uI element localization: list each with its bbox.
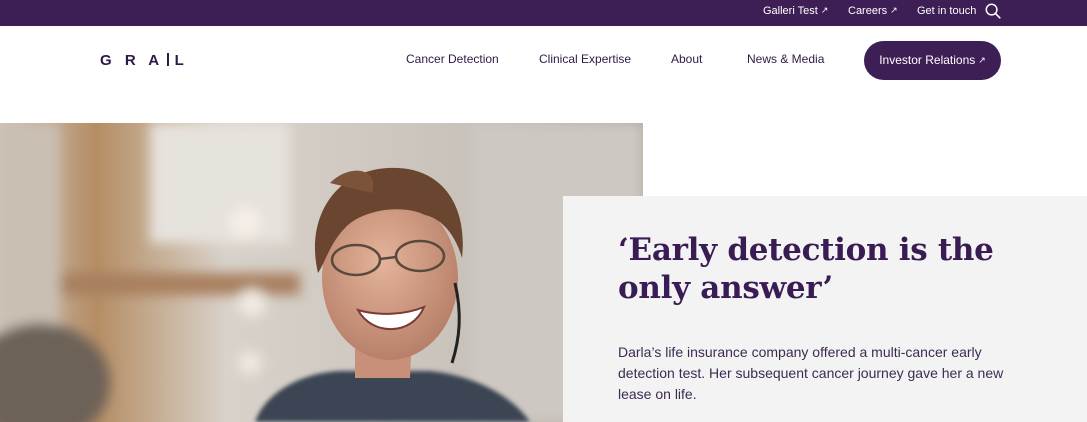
get-in-touch-label: Get in touch <box>917 5 977 17</box>
testimonial-quote: ‘Early detection is the only answer’ <box>618 232 994 306</box>
nav-item-news-media[interactable]: News & Media <box>747 51 824 67</box>
careers-label: Careers <box>848 5 888 17</box>
galleri-test-label: Galleri Test <box>763 5 818 17</box>
external-link-icon: ↗ <box>978 55 986 65</box>
main-nav: G R AL Cancer Detection Clinical Experti… <box>0 26 1087 94</box>
nav-item-about[interactable]: About <box>671 51 702 67</box>
woman-smiling-image <box>0 123 643 422</box>
investor-relations-label: Investor Relations <box>879 53 976 67</box>
get-in-touch-link[interactable]: Get in touch <box>917 0 976 26</box>
external-link-icon: ↗ <box>820 5 829 15</box>
nav-item-cancer-detection[interactable]: Cancer Detection <box>406 51 499 67</box>
external-link-icon: ↗ <box>890 5 898 15</box>
grail-logo[interactable]: G R AL <box>100 52 188 70</box>
investor-relations-button[interactable]: Investor Relations ↗ <box>864 41 1001 80</box>
testimonial-description: Darla’s life insurance company offered a… <box>618 344 1004 402</box>
utility-bar: Galleri Test ↗ Careers ↗ Get in touch <box>0 0 1087 26</box>
testimonial-card: ‘Early detection is the only answer’ Dar… <box>563 196 1087 422</box>
nav-item-clinical-expertise[interactable]: Clinical Expertise <box>539 51 631 67</box>
hero-photo <box>0 123 643 422</box>
careers-link[interactable]: Careers ↗ <box>848 0 898 26</box>
search-icon[interactable] <box>985 3 1001 20</box>
galleri-test-link[interactable]: Galleri Test ↗ <box>763 0 828 26</box>
